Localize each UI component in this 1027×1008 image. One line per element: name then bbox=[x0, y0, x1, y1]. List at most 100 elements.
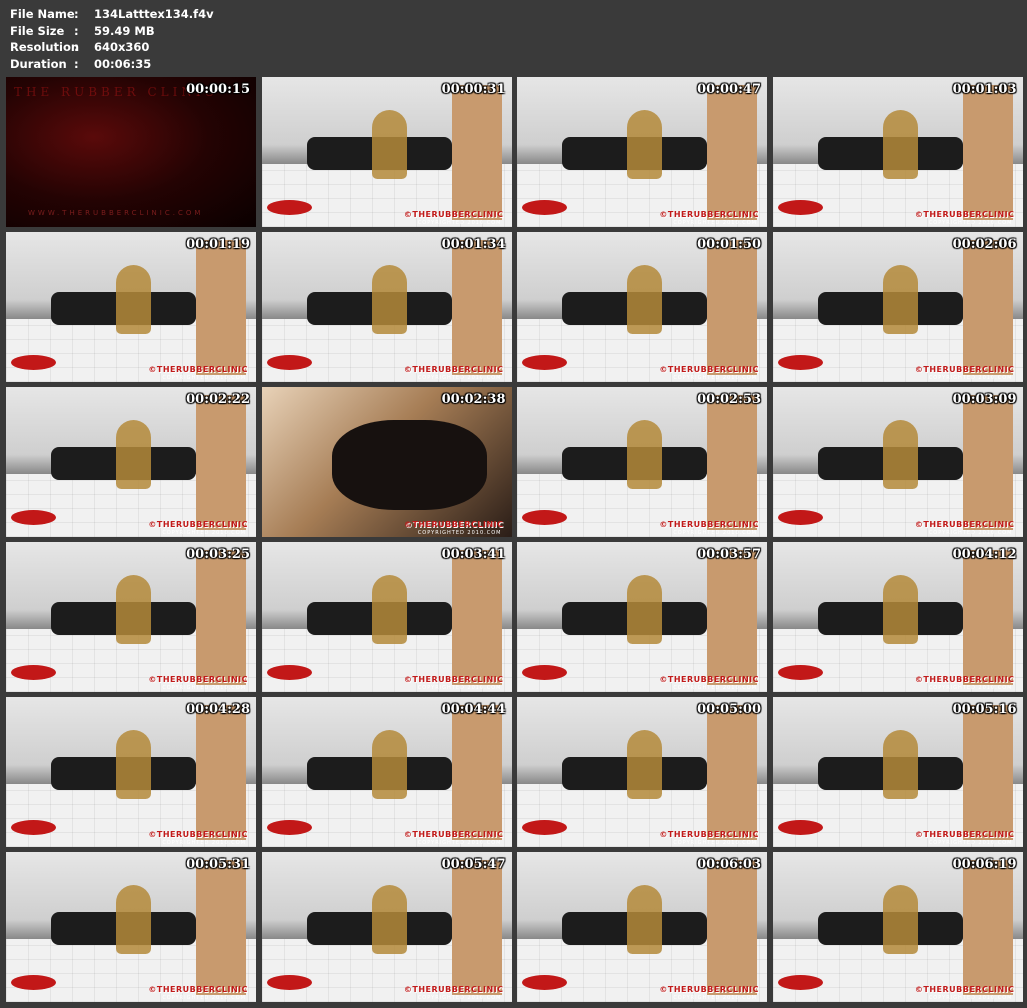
timestamp-label: 00:02:06 bbox=[952, 237, 1017, 252]
timestamp-label: 00:00:31 bbox=[441, 82, 506, 97]
watermark: ©THERUBBERCLINIC bbox=[659, 985, 759, 994]
watermark-subtext: COPYRIGHTED 2010.COM bbox=[673, 220, 757, 226]
video-thumbnail: ©THERUBBERCLINIC COPYRIGHTED 2010.COM 00:0… bbox=[772, 852, 1023, 1002]
scene-red bbox=[266, 975, 312, 990]
scene-red bbox=[266, 355, 312, 370]
watermark-subtext: COPYRIGHTED 2010.COM bbox=[417, 375, 502, 381]
video-thumbnail: ©THERUBBERCLINIC COPYRIGHTED 2010.COM 00:0… bbox=[6, 852, 256, 1002]
watermark-subtext: COPYRIGHTED 2010.COM bbox=[162, 995, 246, 1001]
scene-red bbox=[11, 975, 56, 990]
scene-gold bbox=[116, 575, 151, 644]
timestamp-label: 00:02:22 bbox=[186, 392, 250, 407]
timestamp-label: 00:03:25 bbox=[186, 547, 250, 562]
scene-door bbox=[451, 859, 502, 995]
scene-door bbox=[962, 239, 1013, 375]
info-value: 640x360 bbox=[94, 40, 150, 54]
video-thumbnail: ©THERUBBERCLINIC COPYRIGHTED 2010.COM 00:0… bbox=[517, 852, 767, 1002]
timestamp-label: 00:06:19 bbox=[952, 857, 1017, 872]
scene-red bbox=[777, 820, 823, 835]
scene-gold bbox=[116, 420, 151, 489]
watermark-subtext: COPYRIGHTED 2010.COM bbox=[673, 995, 757, 1001]
timestamp-label: 00:04:44 bbox=[441, 702, 506, 717]
scene-gold bbox=[116, 265, 151, 334]
watermark: ©THERUBBERCLINIC bbox=[659, 520, 759, 529]
video-thumbnail: ©THERUBBERCLINIC COPYRIGHTED 2010.COM 00:0… bbox=[772, 77, 1023, 227]
info-row-file-name: File Name : 134Latttex134.f4v bbox=[10, 6, 214, 23]
scene-door bbox=[196, 549, 246, 685]
info-separator: : bbox=[74, 40, 79, 54]
video-thumbnail: ©THERUBBERCLINIC COPYRIGHTED 2010.COM 00:0… bbox=[517, 232, 767, 382]
scene-door bbox=[962, 859, 1013, 995]
info-value: 00:06:35 bbox=[94, 56, 152, 71]
video-thumbnail: ©THERUBBERCLINIC COPYRIGHTED 2010.COM 00:0… bbox=[772, 232, 1023, 382]
watermark: ©THERUBBERCLINIC bbox=[148, 365, 248, 374]
watermark-subtext: COPYRIGHTED 2010.COM bbox=[928, 375, 1013, 381]
timestamp-label: 00:01:34 bbox=[441, 237, 506, 252]
watermark: ©THERUBBERCLINIC bbox=[659, 365, 759, 374]
scene-door bbox=[707, 859, 757, 995]
timestamp-label: 00:03:57 bbox=[697, 547, 761, 562]
timestamp-label: 00:02:53 bbox=[697, 392, 761, 407]
scene-gold bbox=[882, 110, 918, 179]
timestamp-label: 00:00:15 bbox=[186, 82, 250, 97]
watermark-subtext: COPYRIGHTED 2010.COM bbox=[417, 995, 502, 1001]
video-thumbnail: ©THERUBBERCLINIC COPYRIGHTED 2010.COM 00:0… bbox=[517, 387, 767, 537]
scene-red bbox=[266, 820, 312, 835]
watermark: ©THERUBBERCLINIC bbox=[403, 675, 504, 684]
watermark-subtext: COPYRIGHTED 2010.COM bbox=[928, 220, 1013, 226]
watermark: ©THERUBBERCLINIC bbox=[403, 830, 504, 839]
video-thumbnail: ©THERUBBERCLINIC COPYRIGHTED 2010.COM 00:0… bbox=[6, 387, 256, 537]
scene-door bbox=[451, 84, 502, 220]
scene-red bbox=[777, 510, 823, 525]
watermark-subtext: COPYRIGHTED 2010.COM bbox=[162, 375, 246, 381]
scene-door bbox=[196, 704, 246, 840]
timestamp-label: 00:04:28 bbox=[186, 702, 250, 717]
scene-red bbox=[11, 510, 56, 525]
watermark: ©THERUBBERCLINIC bbox=[914, 365, 1015, 374]
scene-gold bbox=[371, 885, 407, 954]
watermark: ©THERUBBERCLINIC bbox=[914, 985, 1015, 994]
scene-door bbox=[196, 239, 246, 375]
scene-door bbox=[451, 239, 502, 375]
info-row-resolution: Resolution : 640x360 bbox=[10, 39, 214, 56]
scene-gold bbox=[116, 730, 151, 799]
scene-gold bbox=[371, 110, 407, 179]
scene-door bbox=[451, 549, 502, 685]
watermark: ©THERUBBERCLINIC bbox=[914, 675, 1015, 684]
watermark-subtext: COPYRIGHTED 2010.COM bbox=[928, 840, 1013, 846]
scene-door bbox=[962, 704, 1013, 840]
scene-red bbox=[777, 975, 823, 990]
watermark-subtext: COPYRIGHTED 2010.COM bbox=[162, 530, 246, 536]
watermark: ©THERUBBERCLINIC bbox=[403, 365, 504, 374]
video-thumbnail: ©THERUBBERCLINIC COPYRIGHTED 2010.COM 00:0… bbox=[517, 697, 767, 847]
watermark: ©THERUBBERCLINIC bbox=[914, 210, 1015, 219]
scene-door bbox=[707, 549, 757, 685]
scene-door bbox=[196, 394, 246, 530]
watermark-subtext: COPYRIGHTED 2010.COM bbox=[162, 685, 246, 691]
info-row-duration: Duration : 00:06:35 bbox=[10, 56, 214, 73]
scene-door bbox=[451, 704, 502, 840]
watermark: ©THERUBBERCLINIC bbox=[148, 985, 248, 994]
video-thumbnail: ©THERUBBERCLINIC COPYRIGHTED 2010.COM 00:0… bbox=[772, 697, 1023, 847]
scene-red bbox=[522, 820, 567, 835]
watermark: ©THERUBBERCLINIC bbox=[914, 520, 1015, 529]
watermark: ©THERUBBERCLINIC bbox=[403, 210, 504, 219]
timestamp-label: 00:02:38 bbox=[441, 392, 506, 407]
info-key: File Size bbox=[10, 23, 65, 38]
info-row-file-size: File Size : 59.49 MB bbox=[10, 23, 214, 40]
video-thumbnail: ©THERUBBERCLINIC COPYRIGHTED 2010.COM 00:0… bbox=[6, 542, 256, 692]
timestamp-label: 00:01:19 bbox=[186, 237, 250, 252]
scene-gold bbox=[627, 265, 662, 334]
timestamp-label: 00:06:03 bbox=[697, 857, 761, 872]
info-value: 59.49 MB bbox=[94, 23, 155, 38]
scene-red bbox=[522, 975, 567, 990]
scene-red bbox=[777, 355, 823, 370]
scene-door bbox=[962, 549, 1013, 685]
thumbnail-grid: THE RUBBER CLINIC WWW.THERUBBERCLINIC.COM… bbox=[6, 77, 1023, 1002]
scene-door bbox=[196, 859, 246, 995]
watermark: ©THERUBBERCLINIC bbox=[659, 675, 759, 684]
video-thumbnail: THE RUBBER CLINIC WWW.THERUBBERCLINIC.COM… bbox=[6, 77, 256, 227]
timestamp-label: 00:03:41 bbox=[441, 547, 506, 562]
scene-gold bbox=[627, 885, 662, 954]
watermark-subtext: COPYRIGHTED 2010.COM bbox=[673, 375, 757, 381]
